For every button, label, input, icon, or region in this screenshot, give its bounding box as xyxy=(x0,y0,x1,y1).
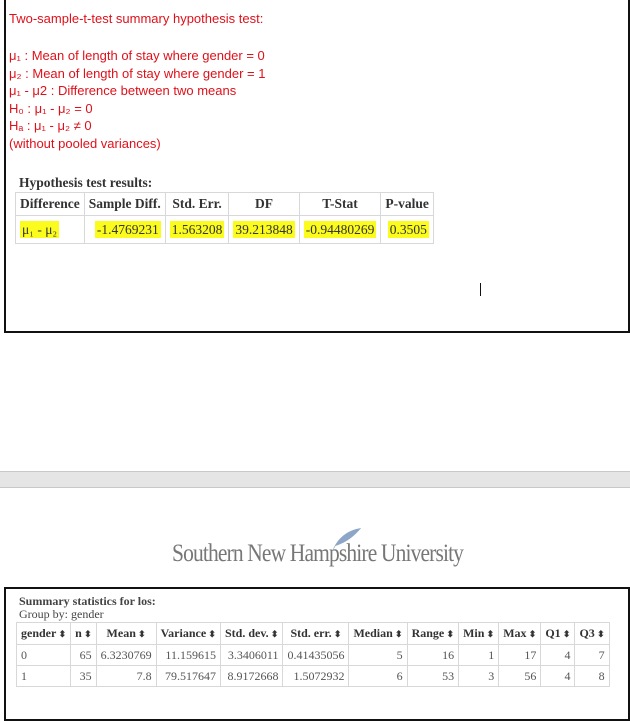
table-cell: 0.41435056 xyxy=(282,644,350,666)
column-header-range[interactable]: Range ⬍ xyxy=(406,622,460,645)
column-header: Sample Diff. xyxy=(83,192,166,216)
table-cell: 65 xyxy=(70,644,97,666)
feather-icon xyxy=(331,528,362,552)
column-header: Difference xyxy=(15,192,85,216)
table-cell: -1.4769231 xyxy=(83,215,166,244)
table-cell: 79.517647 xyxy=(155,665,221,687)
table-cell: 16 xyxy=(406,644,460,666)
column-label: Variance xyxy=(160,626,207,640)
column-header-median[interactable]: Median ⬍ xyxy=(348,622,408,645)
table-cell: 0.3505 xyxy=(380,215,434,244)
logo-text: Southern New Hampshire University xyxy=(172,540,464,567)
table-cell: 4 xyxy=(540,665,576,687)
column-label: n xyxy=(75,626,82,640)
column-label: Q3 xyxy=(579,626,595,640)
table-cell: 11.159615 xyxy=(155,644,221,666)
table-cell: 17 xyxy=(498,644,542,666)
table-cell: 4 xyxy=(540,644,576,666)
results-heading: Hypothesis test results: xyxy=(19,175,153,190)
cell-value: 39.213848 xyxy=(233,220,295,238)
column-header-q3[interactable]: Q3 ⬍ xyxy=(574,622,610,645)
table-cell: 6 xyxy=(348,665,408,687)
sort-icon[interactable]: ⬍ xyxy=(56,629,67,639)
sort-icon[interactable]: ⬍ xyxy=(527,629,537,639)
sort-icon[interactable]: ⬍ xyxy=(561,629,571,639)
column-label: gender xyxy=(21,626,57,640)
column-header: DF xyxy=(228,192,300,216)
column-header-max[interactable]: Max ⬍ xyxy=(498,622,542,645)
cell-value: 0.3505 xyxy=(387,220,429,238)
cell-value: -0.94480269 xyxy=(303,220,377,238)
table-row: 0 65 6.3230769 11.159615 3.3406011 0.41435056… xyxy=(15,644,610,666)
column-label: Q1 xyxy=(545,626,561,640)
definition-line: μ₂ : Mean of length of stay where gender… xyxy=(9,65,266,81)
definition-line: μ₁ : Mean of length of stay where gender… xyxy=(9,48,265,63)
column-header: T-Stat xyxy=(298,192,382,216)
table-cell: 56 xyxy=(498,665,542,687)
sort-icon[interactable]: ⬍ xyxy=(269,629,279,639)
test-title: Two-sample-t-test summary hypothesis tes… xyxy=(9,11,264,26)
text-cursor xyxy=(480,283,481,296)
column-header-q1[interactable]: Q1 ⬍ xyxy=(540,622,576,645)
column-header-std-err-[interactable]: Std. err. ⬍ xyxy=(282,622,350,645)
table-cell: 6.3230769 xyxy=(95,644,157,666)
column-header: Std. Err. xyxy=(164,192,230,216)
definition-line: (without pooled variances) xyxy=(9,135,161,151)
hypothesis-results-table: Difference Sample Diff. Std. Err. DF T-Stat P… xyxy=(15,192,434,244)
definition-line: μ₁ - μ2 : Difference between two means xyxy=(9,83,237,98)
table-cell: 1.563208 xyxy=(164,215,230,244)
sort-icon[interactable]: ⬍ xyxy=(595,629,605,639)
table-cell: 3.3406011 xyxy=(219,644,284,666)
table-cell: -0.94480269 xyxy=(298,215,382,244)
sort-icon[interactable]: ⬍ xyxy=(484,629,495,639)
table-cell: 1 xyxy=(15,665,72,687)
group-by-label: Group by: gender xyxy=(19,607,104,621)
table-cell: 8.9172668 xyxy=(219,665,284,687)
hypothesis-definitions: μ₁ : Mean of length of stay where gender… xyxy=(9,47,265,152)
table-cell: μ₁ - μ₂ xyxy=(15,215,85,244)
page-divider-bar xyxy=(0,471,630,488)
definition-line: H₀ : μ₁ - μ₂ = 0 xyxy=(9,100,93,116)
table-row: μ₁ - μ₂ -1.4769231 1.563208 39.213848 -0.944… xyxy=(15,215,434,244)
definition-line: Hₐ : μ₁ - μ₂ ≠ 0 xyxy=(9,118,92,133)
column-header-std-dev-[interactable]: Std. dev. ⬍ xyxy=(219,622,284,645)
sort-icon[interactable]: ⬍ xyxy=(82,629,92,639)
sort-icon[interactable]: ⬍ xyxy=(206,629,216,639)
table-cell: 1 xyxy=(458,644,500,666)
column-label: Min xyxy=(463,626,485,640)
table-cell: 7.8 xyxy=(95,665,157,687)
sort-icon[interactable]: ⬍ xyxy=(444,629,455,639)
column-header-min[interactable]: Min ⬍ xyxy=(458,622,500,645)
column-label: Std. err. xyxy=(290,626,332,640)
column-label: Range xyxy=(411,626,445,640)
table-cell: 39.213848 xyxy=(228,215,300,244)
table-cell: 7 xyxy=(574,644,610,666)
sort-icon[interactable]: ⬍ xyxy=(332,629,342,639)
column-label: Max xyxy=(503,626,527,640)
sort-icon[interactable]: ⬍ xyxy=(136,629,146,639)
column-header-variance[interactable]: Variance ⬍ xyxy=(155,622,221,645)
cell-value: -1.4769231 xyxy=(94,220,161,238)
table-row: 1 35 7.8 79.517647 8.9172668 1.5072932 6 53 3 56 4… xyxy=(15,665,610,687)
cell-value: 1.563208 xyxy=(169,220,225,238)
column-label: Median xyxy=(353,626,393,640)
table-cell: 35 xyxy=(70,665,97,687)
table-cell: 3 xyxy=(458,665,500,687)
sort-icon[interactable]: ⬍ xyxy=(393,629,403,639)
snhu-logo: Southern New Hampshire University xyxy=(172,528,464,568)
column-header: P-value xyxy=(380,192,434,216)
table-cell: 0 xyxy=(15,644,72,666)
cell-value: μ₁ - μ₂ xyxy=(20,220,60,238)
column-label: Std. dev. xyxy=(224,626,269,640)
column-header-n[interactable]: n ⬍ xyxy=(70,622,97,645)
summary-statistics-table: gender ⬍ n ⬍ Mean ⬍ Variance ⬍ Std. dev. ⬍ St… xyxy=(15,622,610,687)
table-cell: 5 xyxy=(348,644,408,666)
column-header-mean[interactable]: Mean ⬍ xyxy=(95,622,157,645)
table-cell: 8 xyxy=(574,665,610,687)
column-header-gender[interactable]: gender ⬍ xyxy=(15,622,72,645)
table-cell: 53 xyxy=(406,665,460,687)
table-cell: 1.5072932 xyxy=(282,665,350,687)
column-label: Mean xyxy=(106,626,136,640)
